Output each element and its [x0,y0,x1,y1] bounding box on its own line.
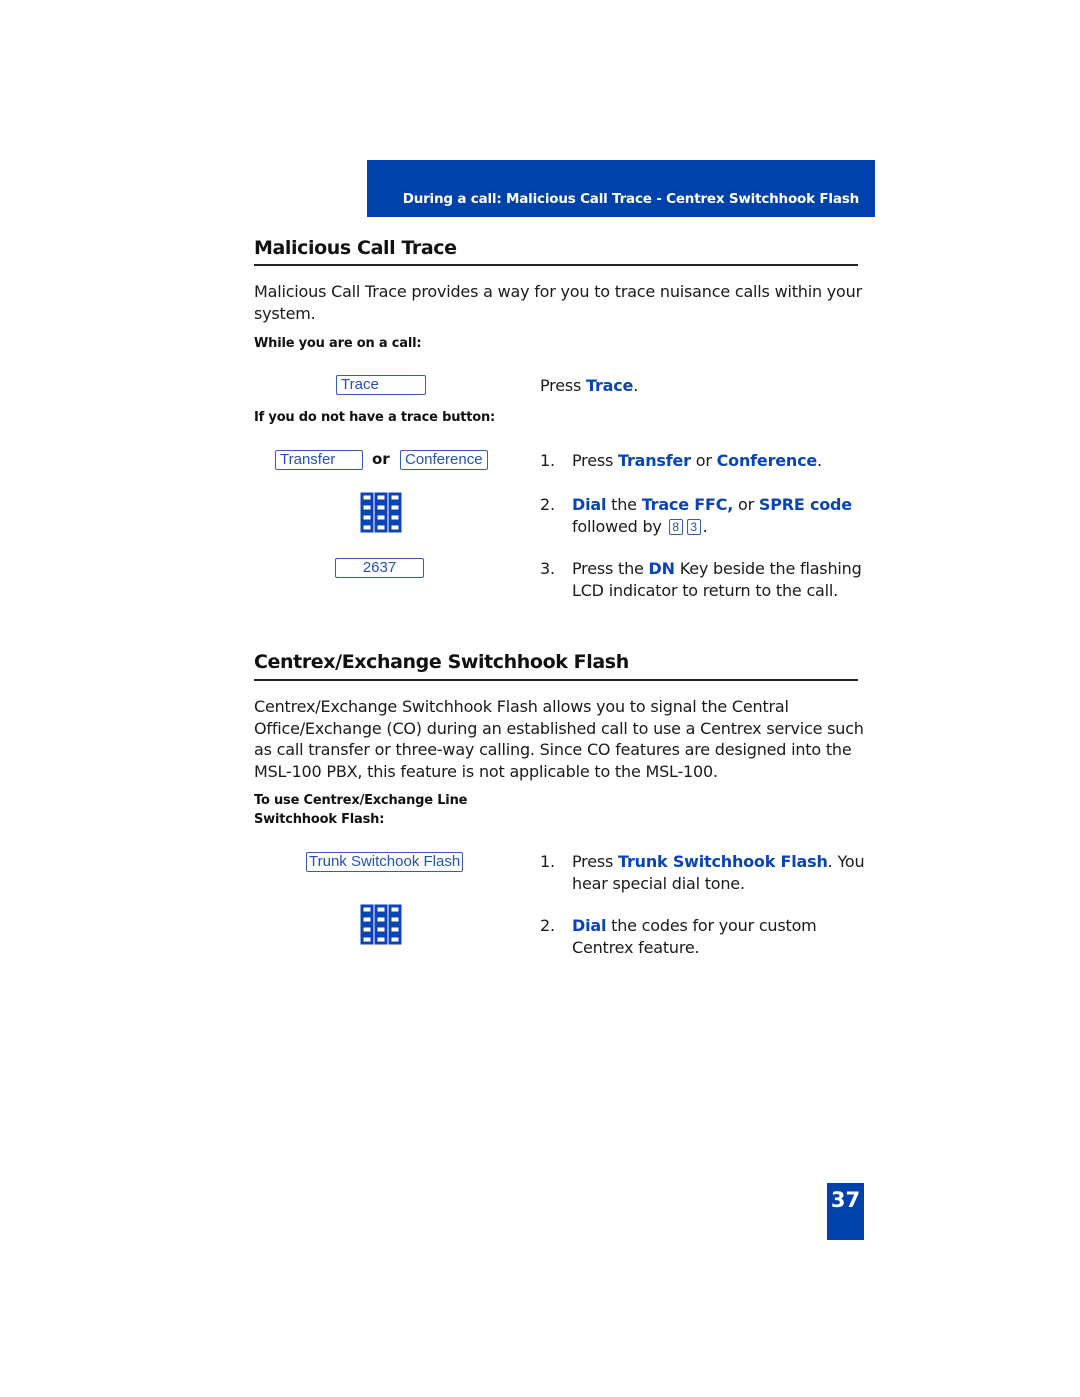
step-text-spre-code: SPRE code [758,495,852,514]
step-text-transfer: Transfer [618,451,691,470]
digit-key-8[interactable]: 8 [668,518,683,535]
step-text-conference: Conference [716,451,818,470]
trunk-switchhook-flash-key[interactable]: Trunk Switchook Flash [306,852,464,872]
label-no-trace-button: If you do not have a trace button: [254,410,496,425]
step-text-dial: Dial [572,916,607,935]
press-trace-key: Trace [586,376,634,395]
trace-step-1: 1. Press Transfer or Conference. [540,450,870,472]
step-text-part: . [817,451,822,470]
transfer-key[interactable]: Transfer [275,450,363,470]
section-title-malicious-call-trace: Malicious Call Trace [254,237,457,259]
step-text-part: the codes for your custom Centrex featur… [572,916,817,957]
switchhook-step-2: 2. Dial the codes for your custom Centre… [540,915,870,959]
conference-key[interactable]: Conference [400,450,488,470]
step-text-part: followed by [572,516,667,536]
step-text: Press Transfer or Conference. [572,450,872,472]
switchhook-intro: Centrex/Exchange Switchhook Flash allows… [254,697,864,781]
step-text: Dial the codes for your custom Centrex f… [572,915,872,958]
press-trace-suffix: . [633,376,639,395]
digit-key-3[interactable]: 3 [686,518,701,535]
trace-step-2: 2. Dial the Trace FFC, or SPRE code follo… [540,494,870,538]
page-number: 37 [827,1183,864,1240]
label-use-line-2: Switchhook Flash: [254,812,385,827]
step-text-part: Press [572,451,618,470]
step-number: 1. [540,852,555,871]
press-trace-instruction: Press Trace. [540,375,870,397]
dialpad-icon-svg [360,904,402,945]
step-text-dial: Dial [572,495,607,514]
or-label: or [372,450,390,468]
step-number: 3. [540,559,555,578]
header-band: During a call: Malicious Call Trace - Ce… [367,160,875,217]
step-number: 2. [540,916,555,935]
step-number: 1. [540,451,555,470]
section-divider [254,679,858,681]
step-number: 2. [540,495,555,514]
step-text: Press Trunk Switchhook Flash. You hear s… [572,851,872,894]
trace-key[interactable]: Trace [336,375,426,395]
trace-step-3: 3. Press the DN Key beside the flashing … [540,558,870,602]
dialpad-icon [360,492,402,534]
label-use-line-1: To use Centrex/Exchange Line [254,793,468,808]
press-trace-prefix: Press [540,376,586,395]
dialpad-icon [360,904,402,946]
step-text-part: Press the [572,559,649,578]
step-text-part: Press [572,852,618,871]
step-text-trunk-switchhook-flash: Trunk Switchhook Flash [618,852,828,871]
step-text-part: or [690,451,717,470]
step-text-part: or [733,495,759,514]
dn-key-2637[interactable]: 2637 [335,558,424,578]
label-use-line: To use Centrex/Exchange Line Switchhook … [254,791,467,829]
section-title-switchhook-flash: Centrex/Exchange Switchhook Flash [254,651,629,673]
step-text: Dial the Trace FFC, or SPRE code followed… [572,494,872,537]
label-while-on-call: While you are on a call: [254,336,422,351]
step-text: Press the DN Key beside the flashing LCD… [572,558,872,601]
step-text-dn: DN [648,559,675,578]
section-divider [254,264,858,266]
switchhook-step-1: 1. Press Trunk Switchhook Flash. You hea… [540,851,870,895]
dialpad-icon-svg [360,492,402,533]
step-text-part: . [702,516,708,536]
step-text-part: the [606,495,642,514]
trace-intro: Malicious Call Trace provides a way for … [254,282,862,323]
header-title: During a call: Malicious Call Trace - Ce… [402,191,860,207]
step-text-trace-ffc: Trace FFC, [641,495,734,514]
